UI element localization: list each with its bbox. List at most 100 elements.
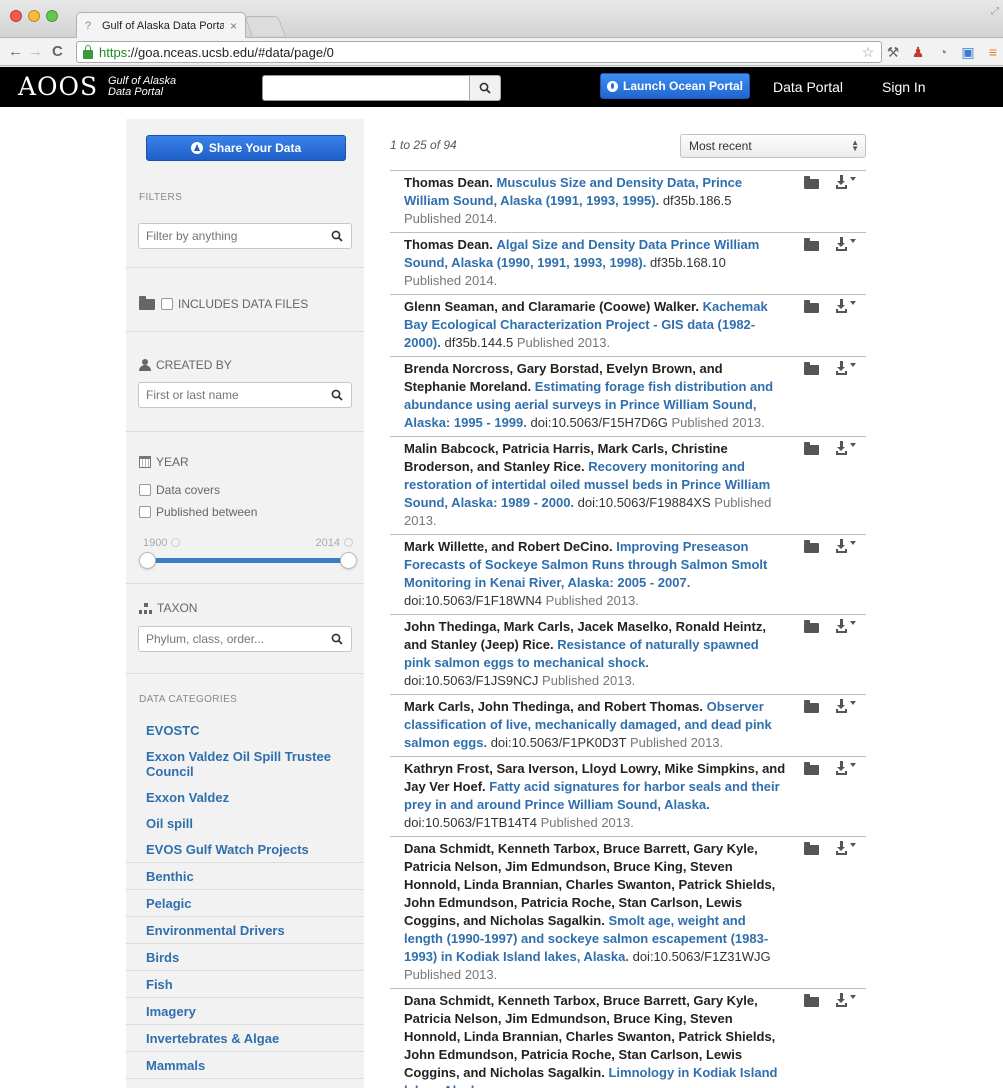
category-link[interactable]: Pelagic <box>126 889 364 916</box>
site-header: AOOS Gulf of Alaska Data Portal Launch O… <box>0 67 1003 107</box>
download-icon[interactable] <box>836 993 856 1007</box>
download-icon[interactable] <box>836 299 856 313</box>
taxon-input[interactable] <box>139 627 323 651</box>
window-close-button[interactable] <box>10 10 22 22</box>
extension-timer-icon[interactable]: ◔ <box>935 42 951 62</box>
category-link[interactable]: EVOS Gulf Watch Projects <box>126 836 364 862</box>
back-arrow-icon[interactable]: ← <box>8 42 23 62</box>
folder-icon[interactable] <box>804 238 819 251</box>
results-list: Thomas Dean. Musculus Size and Density D… <box>390 170 866 1088</box>
extension-calendar-icon[interactable]: ▣ <box>960 42 976 62</box>
category-link[interactable]: EVOSTC <box>126 717 364 743</box>
wrench-icon[interactable]: ⚒ <box>885 42 901 62</box>
category-link[interactable]: Mammals <box>126 1051 364 1078</box>
result-row: Thomas Dean. Musculus Size and Density D… <box>390 170 866 232</box>
window-maximize-button[interactable] <box>46 10 58 22</box>
download-icon[interactable] <box>836 699 856 713</box>
download-icon[interactable] <box>836 361 856 375</box>
extension-icons: ☆ ⚒ ♟ ◔ ▣ ≡ <box>860 42 1001 62</box>
year-min-text: 1900 <box>143 537 168 549</box>
header-search-input[interactable] <box>262 75 469 101</box>
result-published: Published 2013. <box>516 335 611 350</box>
folder-icon[interactable] <box>804 620 819 633</box>
download-icon[interactable] <box>836 175 856 189</box>
data-covers-label: Data covers <box>156 483 221 497</box>
category-link[interactable]: Exxon Valdez <box>126 784 364 810</box>
taxon-search-button[interactable] <box>323 633 351 645</box>
folder-icon[interactable] <box>804 540 819 553</box>
published-between-checkbox[interactable] <box>139 506 151 518</box>
folder-icon[interactable] <box>804 362 819 375</box>
extension-user-icon[interactable]: ♟ <box>910 42 926 62</box>
divider <box>126 431 364 432</box>
result-row: Kathryn Frost, Sara Iverson, Lloyd Lowry… <box>390 756 866 836</box>
result-authors: Thomas Dean. <box>404 175 493 190</box>
new-tab-button[interactable] <box>244 16 286 36</box>
download-icon[interactable] <box>836 539 856 553</box>
folder-icon[interactable] <box>804 842 819 855</box>
calendar-icon <box>139 456 151 468</box>
created-by-heading: CREATED BY <box>139 358 232 372</box>
data-covers-checkbox[interactable] <box>139 484 151 496</box>
category-link[interactable]: Imagery <box>126 997 364 1024</box>
user-icon <box>139 359 151 371</box>
year-range-track[interactable] <box>148 558 348 563</box>
year-max-value[interactable]: 2014 <box>316 537 353 549</box>
download-icon[interactable] <box>836 841 856 855</box>
published-between-option[interactable]: Published between <box>139 505 257 519</box>
includes-data-files-checkbox[interactable] <box>161 298 173 310</box>
sort-select[interactable]: Most recent ▲ ▼ <box>680 134 866 158</box>
created-by-label: CREATED BY <box>156 358 232 372</box>
download-icon[interactable] <box>836 761 856 775</box>
download-icon[interactable] <box>836 441 856 455</box>
tab-close-icon[interactable]: × <box>230 19 237 33</box>
creator-search-button[interactable] <box>323 389 351 401</box>
category-link[interactable]: Invertebrates & Algae <box>126 1024 364 1051</box>
menu-icon[interactable]: ≡ <box>985 42 1001 62</box>
folder-icon[interactable] <box>804 700 819 713</box>
filter-anything-search-button[interactable] <box>323 230 351 242</box>
download-icon[interactable] <box>836 237 856 251</box>
download-icon[interactable] <box>836 619 856 633</box>
address-bar[interactable]: https://goa.nceas.ucsb.edu/#data/page/0 <box>76 41 882 63</box>
folder-icon[interactable] <box>804 176 819 189</box>
result-identifier: doi:10.5063/F1PK0D3T <box>490 735 627 750</box>
fullscreen-icon[interactable]: ⤢ <box>991 6 999 17</box>
header-search-button[interactable] <box>469 75 501 101</box>
folder-icon[interactable] <box>804 994 819 1007</box>
browser-tab[interactable]: ? Gulf of Alaska Data Portal × <box>76 12 246 38</box>
folder-icon <box>139 295 155 310</box>
category-link[interactable]: Exxon Valdez Oil Spill Trustee Council <box>126 743 364 784</box>
result-authors: Glenn Seaman, and Claramarie (Coowe) Wal… <box>404 299 700 314</box>
category-link[interactable]: Birds <box>126 943 364 970</box>
category-link[interactable]: Benthic <box>126 862 364 889</box>
stepper-icon <box>344 538 353 547</box>
category-link[interactable]: Fish <box>126 970 364 997</box>
year-range-max-handle[interactable] <box>340 552 357 569</box>
category-link[interactable]: Oil spill <box>126 810 364 836</box>
folder-icon[interactable] <box>804 300 819 313</box>
folder-icon[interactable] <box>804 442 819 455</box>
includes-data-files-filter[interactable]: INCLUDES DATA FILES <box>139 295 308 311</box>
share-your-data-label: Share Your Data <box>208 141 302 155</box>
launch-ocean-portal-button[interactable]: Launch Ocean Portal <box>600 73 750 99</box>
page-favicon-icon: ? <box>85 19 92 32</box>
creator-name-input[interactable] <box>139 383 323 407</box>
category-link[interactable]: Management <box>126 1078 364 1088</box>
share-your-data-button[interactable]: Share Your Data <box>146 135 346 161</box>
category-link[interactable]: Environmental Drivers <box>126 916 364 943</box>
aoos-logo[interactable]: AOOS <box>18 73 98 101</box>
folder-icon[interactable] <box>804 762 819 775</box>
data-covers-option[interactable]: Data covers <box>139 483 220 497</box>
reload-icon[interactable]: C <box>52 42 63 62</box>
star-icon[interactable]: ☆ <box>860 42 876 62</box>
forward-arrow-icon[interactable]: → <box>28 42 43 62</box>
upload-icon <box>190 142 203 154</box>
year-range-min-handle[interactable] <box>139 552 156 569</box>
year-min-value[interactable]: 1900 <box>143 537 181 549</box>
nav-sign-in[interactable]: Sign In <box>882 79 926 95</box>
filter-anything-input[interactable] <box>139 224 323 248</box>
nav-data-portal[interactable]: Data Portal <box>773 79 843 95</box>
window-minimize-button[interactable] <box>28 10 40 22</box>
divider <box>126 583 364 584</box>
